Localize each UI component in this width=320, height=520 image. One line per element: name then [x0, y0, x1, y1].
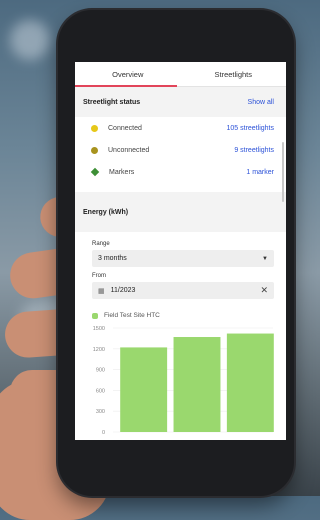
range-select[interactable]: 3 months ▼: [92, 250, 274, 267]
streetlight-status-header: Streetlight status Show all: [75, 87, 286, 117]
dropdown-arrow-icon: ▼: [262, 255, 268, 262]
range-label: Range: [92, 241, 110, 247]
legend-swatch: [92, 312, 98, 319]
from-label: From: [92, 273, 106, 279]
status-count-link[interactable]: 9 streetlights: [234, 147, 274, 154]
y-tick-label: 0: [102, 430, 105, 436]
energy-bar[interactable]: [226, 333, 274, 432]
show-all-link[interactable]: Show all: [248, 99, 274, 106]
close-icon[interactable]: ✕: [260, 285, 268, 296]
legend-label: Field Test Site HTC: [104, 312, 160, 319]
status-row-markers: Markers 1 marker: [75, 161, 286, 183]
y-tick-label: 900: [96, 368, 105, 374]
status-count-link[interactable]: 105 streetlights: [227, 125, 274, 132]
app-screen: Overview Streetlights Streetlight status…: [75, 62, 286, 440]
y-tick-label: 1500: [93, 326, 105, 332]
from-value: 11/2023: [110, 287, 136, 294]
energy-bar[interactable]: [173, 337, 221, 432]
tab-overview[interactable]: Overview: [75, 62, 181, 87]
y-tick-label: 300: [96, 409, 105, 415]
y-tick-label: 600: [96, 388, 105, 394]
section-title: Streetlight status: [83, 98, 141, 106]
yellow-dot-icon: [91, 124, 98, 132]
energy-bar-chart: 1500 1200 900 600 300 0: [93, 326, 274, 436]
background-light: [10, 20, 50, 60]
status-label: Markers: [109, 168, 135, 176]
section-title: Energy (kWh): [83, 208, 129, 216]
chart-legend: Field Test Site HTC: [92, 312, 286, 319]
energy-header: Energy (kWh): [75, 192, 286, 232]
green-diamond-icon: [90, 167, 100, 177]
status-label: Connected: [108, 124, 142, 132]
tab-streetlights[interactable]: Streetlights: [181, 62, 287, 86]
scrollbar[interactable]: [282, 142, 284, 202]
status-label: Unconnected: [108, 146, 150, 154]
energy-bar[interactable]: [120, 347, 168, 432]
status-row-connected: Connected 105 streetlights: [75, 117, 286, 139]
y-tick-label: 1200: [93, 347, 105, 353]
range-value: 3 months: [98, 255, 127, 262]
olive-dot-icon: [91, 146, 98, 154]
tab-bar: Overview Streetlights: [75, 62, 286, 87]
from-date-field[interactable]: ▦ 11/2023 ✕: [92, 282, 274, 299]
status-count-link[interactable]: 1 marker: [246, 169, 274, 176]
status-row-unconnected: Unconnected 9 streetlights: [75, 139, 286, 161]
calendar-icon: ▦: [98, 287, 105, 295]
